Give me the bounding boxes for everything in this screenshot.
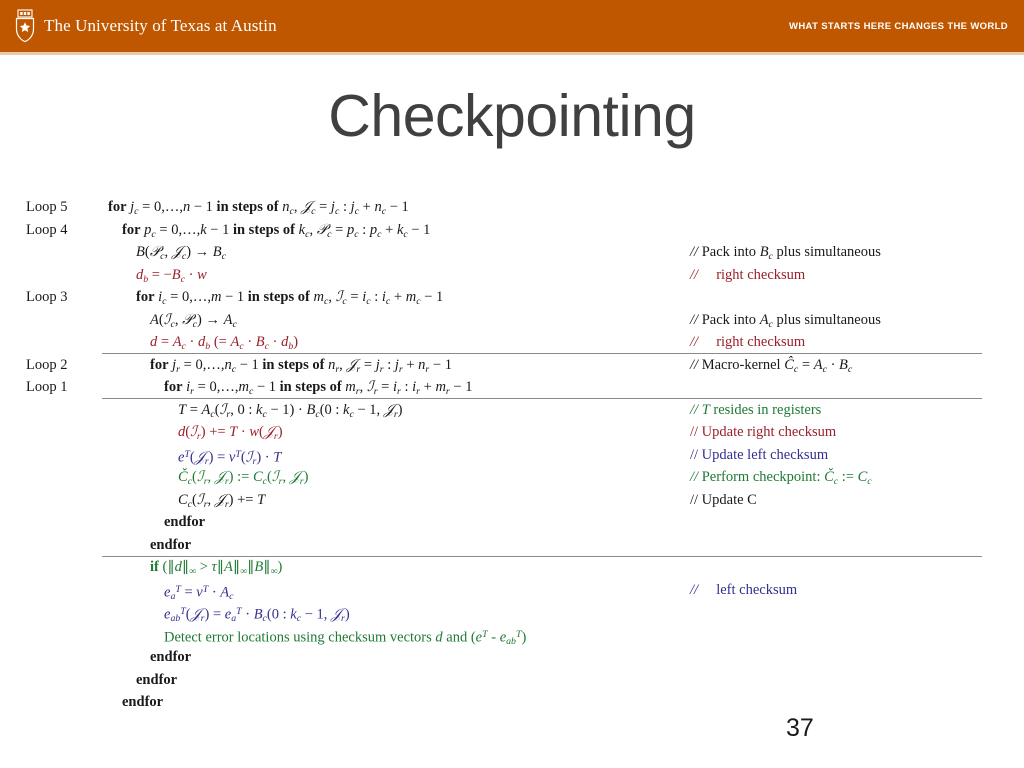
algo-row-c-update: Cc(ℐr, 𝒥r) += T // Update C — [26, 489, 998, 512]
algo-row-pack-a: A(ℐc, 𝒫c) → Ac // Pack into Ac plus simu… — [26, 309, 998, 332]
loop-label-3: Loop 3 — [26, 289, 68, 305]
ut-wordmark: The University of Texas at Austin — [44, 16, 277, 35]
algo-row-if: if (∥d∥∞ > τ∥A∥∞∥B∥∞) — [26, 556, 998, 579]
loop-label-2: Loop 2 — [26, 356, 68, 373]
ut-shield-icon — [14, 9, 36, 43]
algo-row-t: T = Ac(ℐr, 0 : kc − 1) · Bc(0 : kc − 1, … — [26, 399, 998, 422]
algo-row-loop2: Loop 2 for jr = 0,…,nc − 1 in steps of n… — [26, 354, 998, 377]
algorithm-figure: Loop 5 for jc = 0,…,n − 1 in steps of nc… — [26, 196, 998, 714]
ut-header-banner: The University of Texas at Austin WHAT S… — [0, 0, 1024, 52]
comment-left-checksum-text: left checksum — [716, 581, 798, 598]
comment-update-left: // Update left checksum — [690, 446, 829, 463]
loop-label-1: Loop 1 — [26, 379, 68, 395]
comment-update-right: // Update right checksum — [690, 424, 837, 440]
header-bottom-rule — [0, 52, 1024, 55]
comment-right-checksum-1: // right checksum — [690, 266, 806, 283]
code-endfor-3: endfor — [150, 649, 192, 665]
algo-row-pack-b: B(𝒫c, 𝒥c) → Bc // Pack into Bc plus simu… — [26, 241, 998, 264]
detect-and: and — [446, 628, 468, 645]
algo-row-checkpoint: Čc(ℐr, 𝒥r) := Cc(ℐr, 𝒥r) // Perform chec… — [26, 466, 998, 489]
algo-row-e-update: eT(𝒥r) = vT(ℐr) · T // Update left check… — [26, 444, 998, 467]
comment-right-checksum-text-2: right checksum — [716, 334, 806, 350]
algo-row-endfor-2: endfor — [26, 534, 998, 557]
comment-left-checksum-2: // left checksum — [690, 581, 798, 598]
code-endfor-4: endfor — [136, 671, 178, 688]
comment-right-checksum-2: // right checksum — [690, 334, 806, 350]
algo-row-db: db = −Bc · w // right checksum — [26, 264, 998, 287]
algo-row-eab: eabT(𝒥r) = eaT · Bc(0 : kc − 1, 𝒥r) — [26, 601, 998, 624]
algo-row-detect: Detect error locations using checksum ve… — [26, 624, 998, 647]
detect-text: Detect error locations using checksum ve… — [164, 628, 432, 645]
algo-row-endfor-5: endfor — [26, 691, 998, 714]
code-endfor-2: endfor — [150, 536, 192, 553]
algo-row-d-update: d(ℐr) += T · w(𝒥r) // Update right check… — [26, 421, 998, 444]
comment-t-registers: // T resides in registers — [690, 401, 822, 418]
comment-update-c: // Update C — [690, 491, 757, 508]
comment-right-checksum-text-1: right checksum — [716, 266, 806, 283]
algo-row-loop1: Loop 1 for ir = 0,…,mc − 1 in steps of m… — [26, 376, 998, 399]
algo-row-endfor-4: endfor — [26, 669, 998, 692]
code-endfor-1: endfor — [164, 514, 206, 530]
algo-row-loop3: Loop 3 for ic = 0,…,m − 1 in steps of mc… — [26, 286, 998, 309]
code-endfor-5: endfor — [122, 694, 164, 710]
loop-label-5: Loop 5 — [26, 199, 68, 215]
ut-tagline: WHAT STARTS HERE CHANGES THE WORLD — [789, 21, 1008, 32]
algo-row-endfor-1: endfor — [26, 511, 998, 534]
algo-row-loop5: Loop 5 for jc = 0,…,n − 1 in steps of nc… — [26, 196, 998, 219]
algo-row-endfor-3: endfor — [26, 646, 998, 669]
algo-row-ea: eaT = vT · Ac // left checksum — [26, 579, 998, 602]
page-number: 37 — [786, 714, 814, 742]
loop-label-4: Loop 4 — [26, 221, 68, 238]
algo-row-d: d = Ac · db (= Ac · Bc · db) // right ch… — [26, 331, 998, 354]
page-title: Checkpointing — [328, 83, 696, 149]
ut-logo-block: The University of Texas at Austin — [14, 9, 277, 43]
algo-row-loop4: Loop 4 for pc = 0,…,k − 1 in steps of kc… — [26, 219, 998, 242]
